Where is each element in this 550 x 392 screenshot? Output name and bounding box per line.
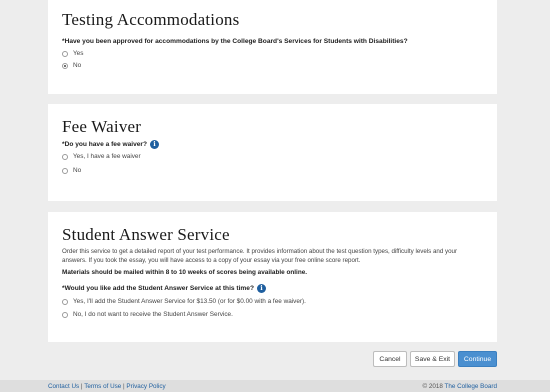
terms-of-use-link[interactable]: Terms of Use — [84, 383, 121, 390]
save-exit-button[interactable]: Save & Exit — [410, 351, 455, 367]
answer-service-no-label: No, I do not want to receive the Student… — [73, 311, 233, 318]
accommodations-no-label: No — [73, 62, 82, 69]
college-board-link[interactable]: The College Board — [444, 383, 497, 390]
testing-accommodations-card: Testing Accommodations *Have you been ap… — [48, 0, 497, 94]
accommodations-no-radio[interactable] — [62, 62, 68, 69]
fee-waiver-card: Fee Waiver *Do you have a fee waiver? i … — [48, 104, 497, 201]
accommodations-no-option[interactable]: No — [62, 62, 81, 69]
answer-service-notice: Materials should be mailed within 8 to 1… — [62, 269, 308, 276]
accommodations-yes-radio[interactable] — [62, 50, 68, 57]
cancel-button[interactable]: Cancel — [373, 351, 407, 367]
answer-service-no-radio[interactable] — [62, 311, 68, 318]
fee-waiver-yes-option[interactable]: Yes, I have a fee waiver — [62, 153, 141, 160]
answer-service-yes-label: Yes, I'll add the Student Answer Service… — [73, 298, 306, 305]
fee-waiver-yes-radio[interactable] — [62, 153, 68, 160]
contact-us-link[interactable]: Contact Us — [48, 383, 79, 390]
accommodations-question: *Have you been approved for accommodatio… — [62, 38, 408, 45]
fee-waiver-no-label: No — [73, 167, 82, 174]
answer-service-description: Order this service to get a detailed rep… — [62, 248, 458, 264]
footer-copyright: © 2018 The College Board — [422, 383, 497, 390]
answer-service-question: *Would you like add the Student Answer S… — [62, 284, 266, 293]
answer-service-yes-option[interactable]: Yes, I'll add the Student Answer Service… — [62, 298, 306, 305]
fee-waiver-title: Fee Waiver — [62, 117, 142, 136]
fee-waiver-yes-label: Yes, I have a fee waiver — [73, 153, 141, 160]
page-footer: Contact Us | Terms of Use | Privacy Poli… — [0, 380, 550, 392]
fee-waiver-no-radio[interactable] — [62, 167, 68, 174]
accommodations-yes-label: Yes — [73, 50, 84, 57]
info-icon[interactable]: i — [257, 284, 266, 293]
copyright-text: © 2018 — [422, 383, 443, 390]
footer-links: Contact Us | Terms of Use | Privacy Poli… — [48, 383, 166, 390]
testing-accommodations-title: Testing Accommodations — [62, 10, 240, 29]
answer-service-no-option[interactable]: No, I do not want to receive the Student… — [62, 311, 233, 318]
continue-button[interactable]: Continue — [458, 351, 497, 367]
info-icon[interactable]: i — [150, 140, 160, 149]
accommodations-yes-option[interactable]: Yes — [62, 50, 83, 57]
fee-waiver-question: *Do you have a fee waiver? i — [62, 140, 160, 149]
answer-service-question-text: *Would you like add the Student Answer S… — [62, 285, 254, 292]
privacy-policy-link[interactable]: Privacy Policy — [126, 383, 165, 390]
answer-service-yes-radio[interactable] — [62, 298, 68, 305]
fee-waiver-no-option[interactable]: No — [62, 167, 81, 174]
fee-waiver-question-text: *Do you have a fee waiver? — [62, 141, 148, 148]
answer-service-title: Student Answer Service — [62, 225, 230, 244]
answer-service-card: Student Answer Service Order this servic… — [48, 212, 497, 342]
